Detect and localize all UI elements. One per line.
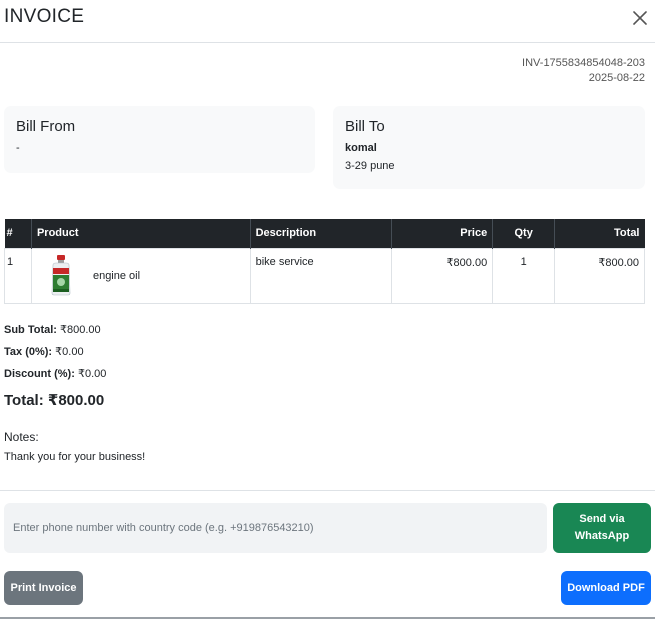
send-whatsapp-button[interactable]: Send via WhatsApp: [553, 503, 651, 553]
totals-summary: Sub Total: ₹800.00 Tax (0%): ₹0.00 Disco…: [4, 322, 106, 388]
bill-from-value: -: [16, 142, 20, 154]
phone-number-input[interactable]: [4, 503, 547, 553]
tax-row: Tax (0%): ₹0.00: [4, 344, 106, 366]
row-price: ₹800.00: [391, 247, 494, 304]
row-product-name: engine oil: [92, 269, 141, 282]
row-qty: 1: [492, 247, 556, 304]
grand-total: Total: ₹800.00: [4, 392, 105, 409]
discount-label: Discount (%):: [4, 368, 75, 380]
bill-from-card: Bill From -: [4, 106, 315, 173]
download-pdf-button[interactable]: Download PDF: [561, 571, 651, 605]
bill-to-name: komal: [345, 142, 377, 154]
bill-to-address: 3-29 pune: [345, 160, 395, 172]
tax-label: Tax (0%):: [4, 346, 53, 358]
discount-row: Discount (%): ₹0.00: [4, 366, 106, 388]
bill-to-card: Bill To komal 3-29 pune: [333, 106, 645, 189]
invoice-items-table: # Product Description Price Qty Total 1: [4, 219, 645, 304]
invoice-number: INV-1755834854048-203: [522, 57, 645, 69]
section-divider: [0, 490, 655, 491]
discount-value: ₹0.00: [74, 368, 107, 380]
table-header-row: # Product Description Price Qty Total: [4, 219, 645, 248]
notes-text: Thank you for your business!: [4, 451, 146, 463]
row-product: engine oil: [30, 247, 251, 304]
row-total: ₹800.00: [554, 247, 645, 304]
subtotal-label: Sub Total:: [4, 324, 57, 336]
close-icon[interactable]: [630, 8, 650, 28]
row-index: 1: [4, 247, 32, 304]
modal-header: INVOICE: [0, 0, 655, 43]
notes-label: Notes:: [4, 430, 39, 444]
col-header-price: Price: [391, 219, 493, 248]
col-header-total: Total: [554, 219, 645, 248]
tax-value: ₹0.00: [52, 346, 84, 358]
invoice-meta: INV-1755834854048-203 2025-08-22: [522, 56, 645, 86]
bill-to-title: Bill To: [345, 118, 385, 135]
col-header-qty: Qty: [492, 219, 555, 248]
subtotal-value: ₹800.00: [56, 324, 101, 336]
table-row: 1 engine oil bike service ₹800.00 1 ₹800…: [4, 247, 645, 304]
subtotal-row: Sub Total: ₹800.00: [4, 322, 106, 344]
row-description: bike service: [249, 247, 393, 304]
print-invoice-button[interactable]: Print Invoice: [4, 571, 83, 605]
col-header-description: Description: [249, 219, 392, 248]
col-header-product: Product: [30, 219, 251, 248]
invoice-date: 2025-08-22: [588, 72, 645, 84]
modal-title: INVOICE: [4, 6, 85, 27]
engine-oil-bottle-image: [51, 254, 71, 295]
col-header-index: #: [4, 219, 32, 248]
bill-from-title: Bill From: [16, 118, 76, 135]
